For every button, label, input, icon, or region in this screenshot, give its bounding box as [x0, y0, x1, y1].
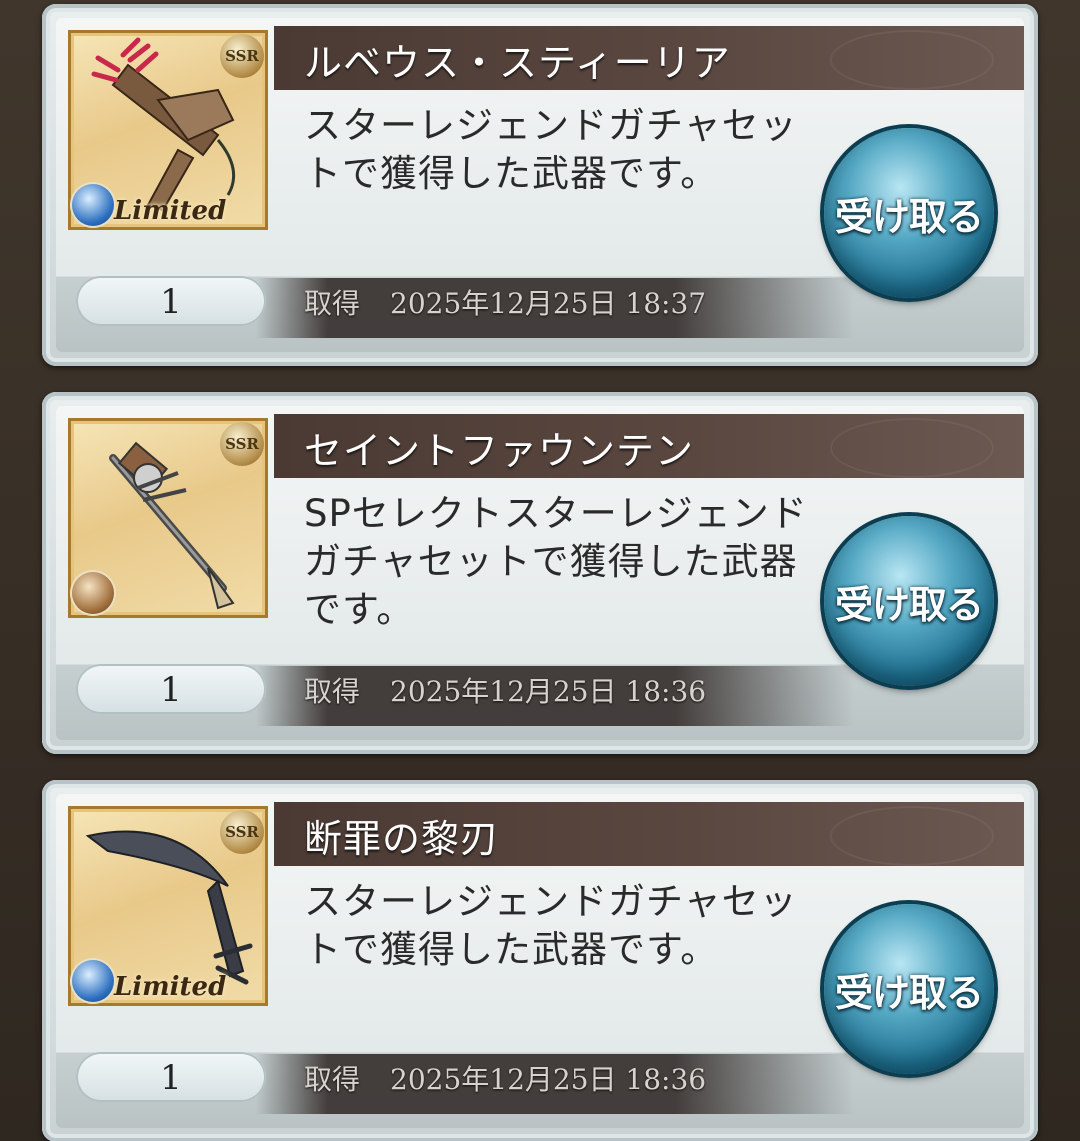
gift-list: ルベウス・スティーリア SSR Limited スターレジェンドガチャセットで獲…	[0, 0, 1080, 1141]
item-title-bar: 断罪の黎刃	[274, 802, 1024, 866]
obtained-date: 2025年12月25日 18:36	[390, 1063, 707, 1096]
item-name: 断罪の黎刃	[304, 817, 500, 861]
item-description: スターレジェンドガチャセットで獲得した武器です。	[304, 104, 798, 195]
ssr-badge: SSR	[220, 810, 264, 854]
gift-card: 断罪の黎刃 SSR Limited スターレジェンドガチャセットで獲得した武器で…	[42, 780, 1038, 1141]
gift-card-body: 断罪の黎刃 SSR Limited スターレジェンドガチャセットで獲得した武器で…	[56, 794, 1024, 1128]
water-element-icon	[72, 960, 114, 1002]
obtained-label: 取得	[304, 1063, 361, 1096]
receive-button[interactable]: 受け取る	[824, 128, 994, 298]
water-element-icon	[72, 184, 114, 226]
obtained-info: 取得 2025年12月25日 18:37	[304, 282, 706, 322]
weapon-thumbnail: SSR Limited	[68, 30, 268, 230]
obtained-label: 取得	[304, 675, 361, 708]
obtained-label: 取得	[304, 287, 361, 320]
ssr-badge: SSR	[220, 422, 264, 466]
limited-label: Limited	[114, 972, 227, 1002]
item-name: ルベウス・スティーリア	[304, 41, 731, 85]
receive-button[interactable]: 受け取る	[824, 516, 994, 686]
ssr-badge: SSR	[220, 34, 264, 78]
quantity-display: 1	[76, 276, 266, 326]
item-description: SPセレクトスターレジェンドガチャセットで獲得した武器です。	[304, 492, 808, 631]
item-description: スターレジェンドガチャセットで獲得した武器です。	[304, 880, 798, 971]
item-title-bar: セイントファウンテン	[274, 414, 1024, 478]
item-title-bar: ルベウス・スティーリア	[274, 26, 1024, 90]
receive-button-label: 受け取る	[834, 583, 984, 627]
weapon-thumbnail: SSR	[68, 418, 268, 618]
item-name: セイントファウンテン	[304, 429, 695, 473]
quantity-display: 1	[76, 1052, 266, 1102]
receive-button-label: 受け取る	[834, 195, 984, 239]
obtained-info: 取得 2025年12月25日 18:36	[304, 1058, 706, 1098]
receive-button[interactable]: 受け取る	[824, 904, 994, 1074]
limited-label: Limited	[114, 196, 227, 226]
gift-card-body: ルベウス・スティーリア SSR Limited スターレジェンドガチャセットで獲…	[56, 18, 1024, 352]
obtained-date: 2025年12月25日 18:36	[390, 675, 707, 708]
gift-card-body: セイントファウンテン SSR SPセレクトスターレジェンドガチャセットで獲得した…	[56, 406, 1024, 740]
weapon-thumbnail: SSR Limited	[68, 806, 268, 1006]
light-element-icon	[72, 572, 114, 614]
gift-card: ルベウス・スティーリア SSR Limited スターレジェンドガチャセットで獲…	[42, 4, 1038, 366]
gift-card: セイントファウンテン SSR SPセレクトスターレジェンドガチャセットで獲得した…	[42, 392, 1038, 754]
obtained-info: 取得 2025年12月25日 18:36	[304, 670, 706, 710]
receive-button-label: 受け取る	[834, 971, 984, 1015]
quantity-display: 1	[76, 664, 266, 714]
obtained-date: 2025年12月25日 18:37	[390, 287, 707, 320]
